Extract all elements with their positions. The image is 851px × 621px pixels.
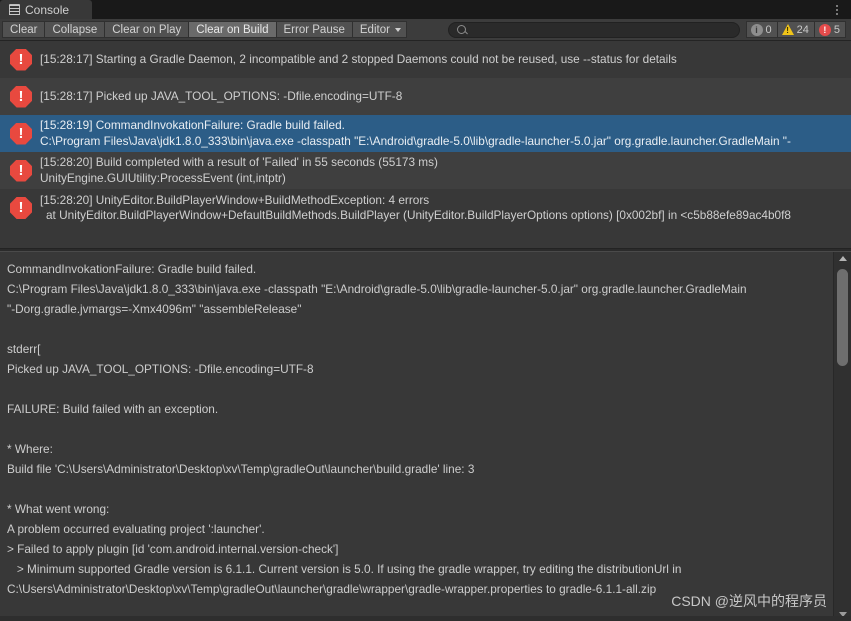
log-entry-line2: UnityEngine.GUIUtility:ProcessEvent (int… [40,170,286,185]
search-input[interactable] [469,23,731,36]
log-counters: i 0 24 ! 5 [745,21,850,38]
error-count: 5 [833,23,840,36]
log-entry-text: [15:28:20] UnityEditor.BuildPlayerWindow… [40,193,845,224]
log-entry-text: [15:28:19] CommandInvokationFailure: Gra… [40,118,845,149]
scroll-up-arrow-icon[interactable] [834,252,851,265]
detail-vertical-scrollbar[interactable] [833,252,851,621]
log-entry-row[interactable]: ! [15:28:17] Picked up JAVA_TOOL_OPTIONS… [0,78,851,115]
log-entry-line1: [15:28:20] Build completed with a result… [40,155,438,169]
log-entry-row[interactable]: ! [15:28:20] UnityEditor.BuildPlayerWind… [0,189,851,227]
clear-on-build-button[interactable]: Clear on Build [188,21,277,38]
console-toolbar: Clear Collapse Clear on Play Clear on Bu… [0,19,851,41]
log-entry-line1: [15:28:19] CommandInvokationFailure: Gra… [40,118,345,132]
tab-console[interactable]: Console [0,0,92,19]
console-list-icon [9,4,20,15]
info-icon: i [750,23,763,36]
error-pause-button[interactable]: Error Pause [275,21,353,38]
info-count: 0 [765,23,772,36]
clear-on-play-button[interactable]: Clear on Play [104,21,190,38]
chevron-down-icon [394,27,401,32]
error-icon: ! [818,23,831,36]
log-detail-text: CommandInvokationFailure: Gradle build f… [7,262,747,596]
search-field[interactable] [447,21,740,38]
log-entry-line1: [15:28:17] Starting a Gradle Daemon, 2 i… [40,51,677,66]
log-detail-pane[interactable]: CommandInvokationFailure: Gradle build f… [0,252,851,621]
editor-dropdown-label: Editor [359,23,390,36]
log-entry-row[interactable]: ! [15:28:17] Starting a Gradle Daemon, 2… [0,41,851,78]
warning-count: 24 [796,23,809,36]
log-entry-text: [15:28:17] Starting a Gradle Daemon, 2 i… [40,52,845,68]
editor-dropdown[interactable]: Editor [351,21,407,38]
error-icon: ! [10,85,32,108]
kebab-menu-icon[interactable] [829,0,845,19]
log-entry-line1: [15:28:17] Picked up JAVA_TOOL_OPTIONS: … [40,88,403,103]
error-icon: ! [10,197,32,219]
scrollbar-thumb[interactable] [837,269,848,366]
collapse-button[interactable]: Collapse [44,21,106,38]
error-icon: ! [10,159,32,182]
log-entry-text: [15:28:20] Build completed with a result… [40,155,845,186]
clear-button[interactable]: Clear [2,21,46,38]
window-bottom-edge [0,616,851,621]
window-tabbar: Console [0,0,851,19]
log-entry-line2: at UnityEditor.BuildPlayerWindow+Default… [46,208,791,222]
console-log-list[interactable]: ! [15:28:17] Starting a Gradle Daemon, 2… [0,41,851,248]
error-icon: ! [10,122,32,145]
info-counter[interactable]: i 0 [745,21,778,38]
log-entry-row-selected[interactable]: ! [15:28:19] CommandInvokationFailure: G… [0,115,851,152]
warning-icon [781,24,794,35]
log-entry-line1: [15:28:20] UnityEditor.BuildPlayerWindow… [40,192,430,207]
error-counter[interactable]: ! 5 [813,21,846,38]
log-entry-row[interactable]: ! [15:28:20] Build completed with a resu… [0,152,851,189]
warning-counter[interactable]: 24 [776,21,815,38]
error-icon: ! [10,48,32,71]
search-icon [456,25,466,34]
log-entry-line2: C:\Program Files\Java\jdk1.8.0_333\bin\j… [40,133,791,148]
tab-console-label: Console [25,2,70,17]
log-entry-text: [15:28:17] Picked up JAVA_TOOL_OPTIONS: … [40,89,845,105]
